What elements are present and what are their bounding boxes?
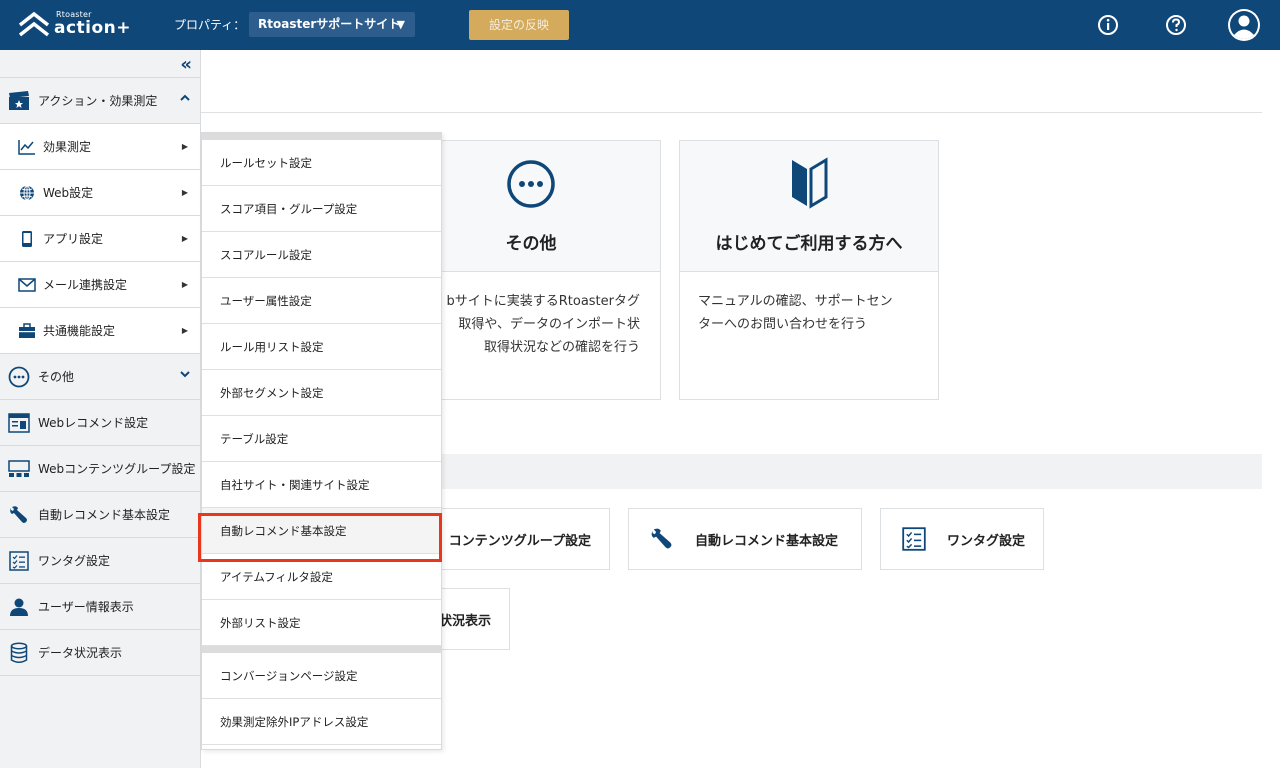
web-recommend-icon xyxy=(8,412,30,434)
card-beginners[interactable]: はじめてご利用する方へ マニュアルの確認、サポートセン ターへのお問い合わせを行… xyxy=(679,140,939,400)
tile-label: ワンタグ設定 xyxy=(947,533,1026,549)
action-submenu-flyout: ルールセット設定 スコア項目・グループ設定 スコアルール設定 ユーザー属性設定 … xyxy=(201,132,442,750)
content-group-icon xyxy=(8,458,30,480)
menu-item-score-group[interactable]: スコア項目・グループ設定 xyxy=(202,186,441,232)
submenu-arrow-icon: ▶ xyxy=(181,280,188,289)
menu-item-user-attr[interactable]: ユーザー属性設定 xyxy=(202,278,441,324)
sidebar-item-label: アプリ設定 xyxy=(43,232,104,246)
menu-item-table[interactable]: テーブル設定 xyxy=(202,416,441,462)
sidebar-item-action-measure[interactable]: アクション・効果測定 xyxy=(0,78,200,124)
highlight-box xyxy=(198,513,442,562)
tile-label: 自動レコメンド基本設定 xyxy=(695,533,839,549)
apply-settings-button[interactable]: 設定の反映 xyxy=(469,10,569,40)
card-desc-line: bサイトに実装するRtoasterタグ xyxy=(446,294,640,309)
sidebar-item-onetag[interactable]: ワンタグ設定 xyxy=(0,538,200,584)
card-desc-line: ターへのお問い合わせを行う xyxy=(698,317,868,332)
property-label: プロパティ： xyxy=(174,18,246,32)
submenu-arrow-icon: ▶ xyxy=(181,326,188,335)
logo-chevron-icon xyxy=(18,11,50,37)
tile-label: 状況表示 xyxy=(438,613,491,629)
tile-onetag[interactable]: ワンタグ設定 xyxy=(880,508,1044,570)
card-title: はじめてご利用する方へ xyxy=(715,234,903,254)
clapper-icon xyxy=(8,90,30,112)
sidebar-item-web-settings[interactable]: Web設定 ▶ xyxy=(0,170,200,216)
card-description: マニュアルの確認、サポートセン ターへのお問い合わせを行う xyxy=(680,272,938,354)
more-circle-icon xyxy=(8,366,30,388)
menu-item-exclude-ip[interactable]: 効果測定除外IPアドレス設定 xyxy=(202,699,441,745)
sidebar-item-web-content-group[interactable]: Webコンテンツグループ設定 xyxy=(0,446,200,492)
menu-item-external-list[interactable]: 外部リスト設定 xyxy=(202,600,441,646)
wrench-icon xyxy=(8,504,30,526)
briefcase-icon xyxy=(18,322,36,340)
wrench-icon xyxy=(647,524,677,554)
submenu-arrow-icon: ▶ xyxy=(181,142,188,151)
user-icon xyxy=(8,596,30,618)
sidebar-item-label: 自動レコメンド基本設定 xyxy=(38,508,171,522)
sidebar-item-label: Webレコメンド設定 xyxy=(38,416,149,430)
chevron-down-icon xyxy=(180,371,190,378)
beginner-mark-icon xyxy=(792,157,828,209)
sidebar-item-label: ワンタグ設定 xyxy=(38,554,111,568)
sidebar-item-user-info[interactable]: ユーザー情報表示 xyxy=(0,584,200,630)
sidebar-item-auto-recommend[interactable]: 自動レコメンド基本設定 xyxy=(0,492,200,538)
sidebar: « アクション・効果測定 効果測定 ▶ Web設定 ▶ アプリ設定 ▶ メール連… xyxy=(0,50,201,768)
menu-item-score-rule[interactable]: スコアルール設定 xyxy=(202,232,441,278)
sidebar-item-label: 共通機能設定 xyxy=(43,324,116,338)
envelope-icon xyxy=(18,276,36,294)
menu-item-conversion-page[interactable]: コンバージョンページ設定 xyxy=(202,653,441,699)
property-select[interactable]: Rtoasterサポートサイト ▼ xyxy=(249,12,415,37)
submenu-arrow-icon: ▶ xyxy=(181,188,188,197)
sidebar-item-mail-settings[interactable]: メール連携設定 ▶ xyxy=(0,262,200,308)
info-icon[interactable] xyxy=(1095,12,1121,38)
flyout-separator xyxy=(202,133,441,140)
tile-auto-recommend[interactable]: 自動レコメンド基本設定 xyxy=(628,508,862,570)
card-header: はじめてご利用する方へ xyxy=(680,141,938,272)
sidebar-item-common-settings[interactable]: 共通機能設定 ▶ xyxy=(0,308,200,354)
menu-item-rule-list[interactable]: ルール用リスト設定 xyxy=(202,324,441,370)
more-circle-icon xyxy=(507,160,555,208)
sidebar-item-label: Webコンテンツグループ設定 xyxy=(38,462,196,476)
chevron-up-icon xyxy=(180,94,190,101)
smartphone-icon xyxy=(18,230,36,248)
dropdown-arrow-icon: ▼ xyxy=(396,18,405,31)
user-avatar-icon[interactable] xyxy=(1227,8,1261,42)
chart-line-icon xyxy=(18,138,36,156)
sidebar-item-label: アクション・効果測定 xyxy=(38,94,158,108)
sidebar-item-label: その他 xyxy=(38,370,75,384)
sidebar-item-data-status[interactable]: データ状況表示 xyxy=(0,630,200,676)
card-desc-line: マニュアルの確認、サポートセン xyxy=(698,294,893,309)
flyout-separator xyxy=(202,646,441,653)
help-icon[interactable] xyxy=(1163,12,1189,38)
checklist-icon xyxy=(899,524,929,554)
submenu-arrow-icon: ▶ xyxy=(181,234,188,243)
menu-item-own-sites[interactable]: 自社サイト・関連サイト設定 xyxy=(202,462,441,508)
sidebar-top: « xyxy=(0,50,200,78)
sidebar-item-label: メール連携設定 xyxy=(43,278,128,292)
database-icon xyxy=(8,641,30,664)
app-logo[interactable]: Rtoaster action+ xyxy=(18,9,132,41)
sidebar-item-label: データ状況表示 xyxy=(38,646,123,660)
tile-label: コンテンツグループ設定 xyxy=(448,533,591,549)
checklist-icon xyxy=(8,550,30,572)
menu-item-ruleset[interactable]: ルールセット設定 xyxy=(202,140,441,186)
sidebar-item-label: ユーザー情報表示 xyxy=(38,600,134,614)
sidebar-item-label: 効果測定 xyxy=(43,140,92,154)
section-band xyxy=(441,454,1262,489)
property-select-value: Rtoasterサポートサイト xyxy=(258,17,401,31)
collapse-sidebar-icon[interactable]: « xyxy=(180,54,192,75)
card-desc-line: 取得や、データのインポート状 xyxy=(458,317,640,332)
top-header: Rtoaster action+ プロパティ： Rtoasterサポートサイト … xyxy=(0,0,1280,50)
card-desc-line: 取得状況などの確認を行う xyxy=(483,340,640,355)
globe-icon xyxy=(18,184,36,202)
sidebar-item-label: Web設定 xyxy=(43,186,94,200)
sidebar-item-measure[interactable]: 効果測定 ▶ xyxy=(0,124,200,170)
sidebar-item-app-settings[interactable]: アプリ設定 ▶ xyxy=(0,216,200,262)
main-divider xyxy=(201,112,1262,113)
sidebar-item-other[interactable]: その他 xyxy=(0,354,200,400)
menu-item-external-segment[interactable]: 外部セグメント設定 xyxy=(202,370,441,416)
sidebar-item-web-recommend[interactable]: Webレコメンド設定 xyxy=(0,400,200,446)
logo-brand-main: action+ xyxy=(54,18,132,38)
